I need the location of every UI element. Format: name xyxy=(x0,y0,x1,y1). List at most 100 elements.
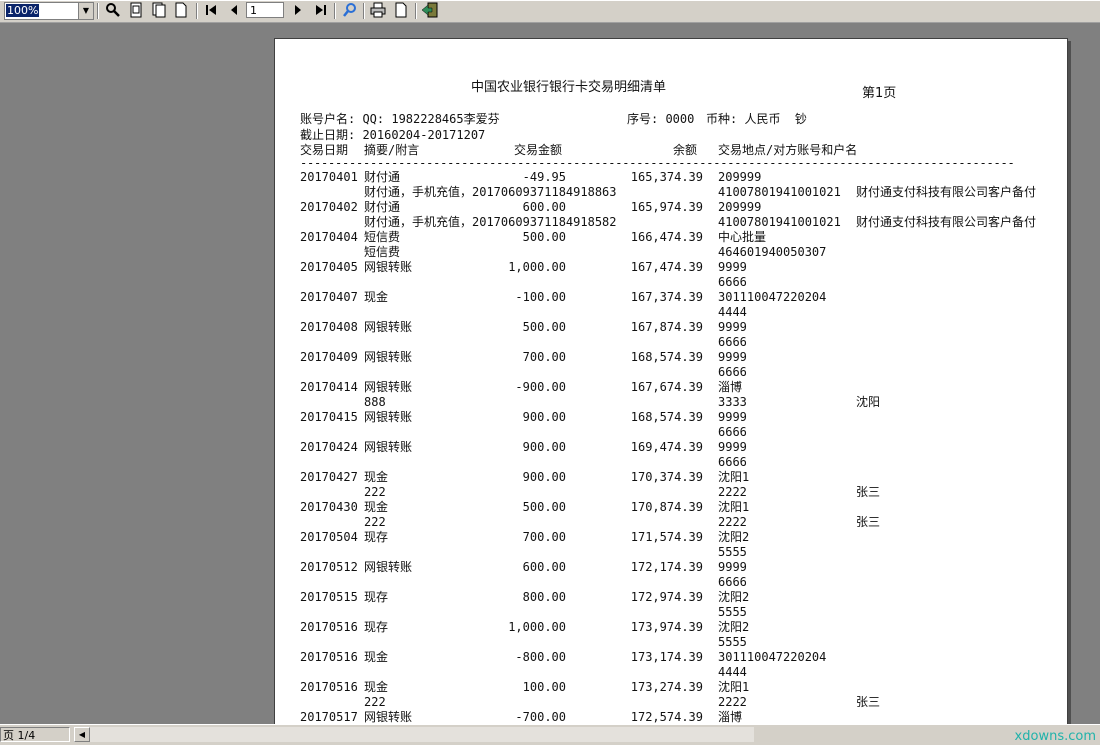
row-amount: 700.00 xyxy=(522,350,566,364)
row-summary: 现存 xyxy=(364,620,389,634)
row-account: 2222 xyxy=(718,485,747,499)
row-amount: 700.00 xyxy=(522,530,566,544)
row-summary: 网银转账 xyxy=(364,710,413,724)
row-name: 张三 xyxy=(856,485,881,499)
row-account: 2222 xyxy=(718,695,747,709)
row-memo: 短信费 xyxy=(364,245,401,259)
row-balance: 167,374.39 xyxy=(630,290,703,304)
row-summary: 现金 xyxy=(364,680,389,694)
page-number-input[interactable]: 1 xyxy=(246,2,284,18)
row-date: 20170414 xyxy=(300,380,358,394)
previous-page-icon[interactable] xyxy=(225,2,243,20)
search-icon[interactable] xyxy=(104,2,122,20)
row-amount: 900.00 xyxy=(522,410,566,424)
serial-number: 序号: 0000 xyxy=(627,112,695,126)
row-memo: 财付通，手机充值，20170609371184918582 xyxy=(364,215,617,229)
row-amount: 900.00 xyxy=(522,440,566,454)
row-amount: 1,000.00 xyxy=(508,260,566,274)
row-summary: 网银转账 xyxy=(364,380,413,394)
row-memo: 财付通，手机充值，20170609371184918863 xyxy=(364,185,617,199)
page-setup-icon[interactable] xyxy=(392,2,410,20)
exit-icon[interactable] xyxy=(421,2,439,20)
row-date: 20170405 xyxy=(300,260,358,274)
row-summary: 现金 xyxy=(364,500,389,514)
row-balance: 171,574.39 xyxy=(630,530,703,544)
first-page-icon[interactable] xyxy=(202,2,220,20)
row-name: 财付通支付科技有限公司客户备付 xyxy=(856,185,1037,199)
row-summary: 现存 xyxy=(364,590,389,604)
row-memo: 222 xyxy=(364,695,386,709)
row-account: 5555 xyxy=(718,635,747,649)
row-place: 9999 xyxy=(718,410,747,424)
row-place: 沈阳1 xyxy=(718,680,750,694)
row-place: 淄博 xyxy=(718,380,743,394)
row-amount: 800.00 xyxy=(522,590,566,604)
next-page-icon[interactable] xyxy=(289,2,307,20)
row-memo: 222 xyxy=(364,485,386,499)
row-account: 41007801941001021 xyxy=(718,215,841,229)
row-summary: 现金 xyxy=(364,470,389,484)
toolbar-separator xyxy=(415,3,417,19)
toolbar-separator xyxy=(196,3,198,19)
row-place: 沈阳1 xyxy=(718,500,750,514)
scroll-left-icon[interactable]: ◀ xyxy=(74,727,90,742)
toolbar-separator xyxy=(334,3,336,19)
row-balance: 167,674.39 xyxy=(630,380,703,394)
row-date: 20170404 xyxy=(300,230,358,244)
row-summary: 现金 xyxy=(364,290,389,304)
report-page: 中国农业银行银行卡交易明细清单 第1页 账号户名: QQ: 1982228465… xyxy=(274,38,1068,730)
row-summary: 网银转账 xyxy=(364,410,413,424)
row-place: 淄博 xyxy=(718,710,743,724)
row-amount: 500.00 xyxy=(522,320,566,334)
row-date: 20170415 xyxy=(300,410,358,424)
date-range: 截止日期: 20160204-20171207 xyxy=(300,128,486,142)
row-amount: -100.00 xyxy=(515,290,566,304)
header-place: 交易地点/对方账号和户名 xyxy=(718,143,858,157)
row-place: 9999 xyxy=(718,440,747,454)
row-memo: 888 xyxy=(364,395,386,409)
toolbar-separator xyxy=(363,3,365,19)
row-amount: -700.00 xyxy=(515,710,566,724)
row-balance: 165,374.39 xyxy=(630,170,703,184)
row-date: 20170409 xyxy=(300,350,358,364)
two-pages-icon[interactable] xyxy=(150,2,168,20)
row-date: 20170407 xyxy=(300,290,358,304)
row-date: 20170515 xyxy=(300,590,358,604)
page-width-icon[interactable] xyxy=(172,2,190,20)
row-amount: 900.00 xyxy=(522,470,566,484)
row-account: 5555 xyxy=(718,545,747,559)
report-title: 中国农业银行银行卡交易明细清单 xyxy=(471,80,667,95)
row-account: 6666 xyxy=(718,365,747,379)
last-page-icon[interactable] xyxy=(312,2,330,20)
row-name: 张三 xyxy=(856,515,881,529)
find-icon[interactable] xyxy=(341,2,359,20)
row-place: 中心批量 xyxy=(718,230,767,244)
row-balance: 166,474.39 xyxy=(630,230,703,244)
row-date: 20170517 xyxy=(300,710,358,724)
chevron-down-icon[interactable]: ▼ xyxy=(78,3,93,19)
row-account: 5555 xyxy=(718,605,747,619)
row-balance: 173,274.39 xyxy=(630,680,703,694)
transaction-statement: 中国农业银行银行卡交易明细清单 第1页 账号户名: QQ: 1982228465… xyxy=(275,39,1067,729)
row-account: 6666 xyxy=(718,455,747,469)
row-summary: 现存 xyxy=(364,530,389,544)
zoom-select[interactable]: 100% ▼ xyxy=(4,2,94,20)
row-place: 9999 xyxy=(718,350,747,364)
row-balance: 170,874.39 xyxy=(630,500,703,514)
row-place: 沈阳2 xyxy=(718,530,750,544)
header-date: 交易日期 xyxy=(300,143,349,157)
row-place: 301110047220204 xyxy=(718,650,827,664)
horizontal-scrollbar[interactable]: ◀ xyxy=(74,727,754,742)
row-balance: 167,474.39 xyxy=(630,260,703,274)
row-date: 20170408 xyxy=(300,320,358,334)
row-date: 20170512 xyxy=(300,560,358,574)
row-summary: 网银转账 xyxy=(364,260,413,274)
header-amount: 交易金额 xyxy=(514,143,563,157)
row-date: 20170504 xyxy=(300,530,358,544)
row-balance: 168,574.39 xyxy=(630,410,703,424)
row-account: 41007801941001021 xyxy=(718,185,841,199)
printer-icon[interactable] xyxy=(369,2,387,20)
row-amount: -900.00 xyxy=(515,380,566,394)
row-summary: 短信费 xyxy=(364,230,401,244)
single-page-icon[interactable] xyxy=(127,2,145,20)
